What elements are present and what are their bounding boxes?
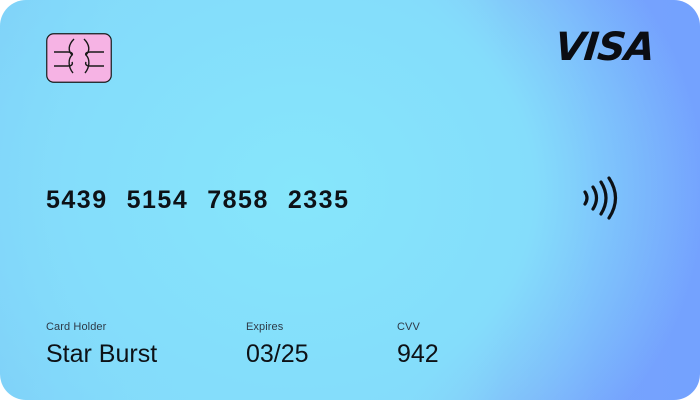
card-number-group: 7858: [207, 186, 269, 214]
visa-logo: VISA: [542, 25, 657, 70]
cvv-label: CVV: [397, 321, 420, 333]
card-holder-field: Card Holder Star Burst: [46, 320, 157, 369]
card-number-group: 5154: [126, 186, 189, 214]
expires-value: 03/25: [246, 340, 309, 368]
contactless-icon: [580, 176, 620, 220]
cvv-value: 942: [397, 340, 439, 368]
cvv-field: CVV 942: [397, 320, 439, 369]
card-holder-value: Star Burst: [46, 340, 158, 368]
expires-field: Expires 03/25: [246, 320, 309, 369]
card-holder-label: Card Holder: [46, 321, 107, 333]
card-number-group: 5439: [46, 186, 108, 214]
brand-name: VISA: [552, 25, 657, 70]
expires-label: Expires: [246, 321, 284, 333]
chip-icon: [46, 33, 112, 83]
payment-card: VISA 5439 5154 7858 2335 Card Holder Sta…: [0, 0, 700, 400]
card-number: 5439 5154 7858 2335: [46, 186, 369, 215]
card-number-group: 2335: [287, 186, 350, 214]
